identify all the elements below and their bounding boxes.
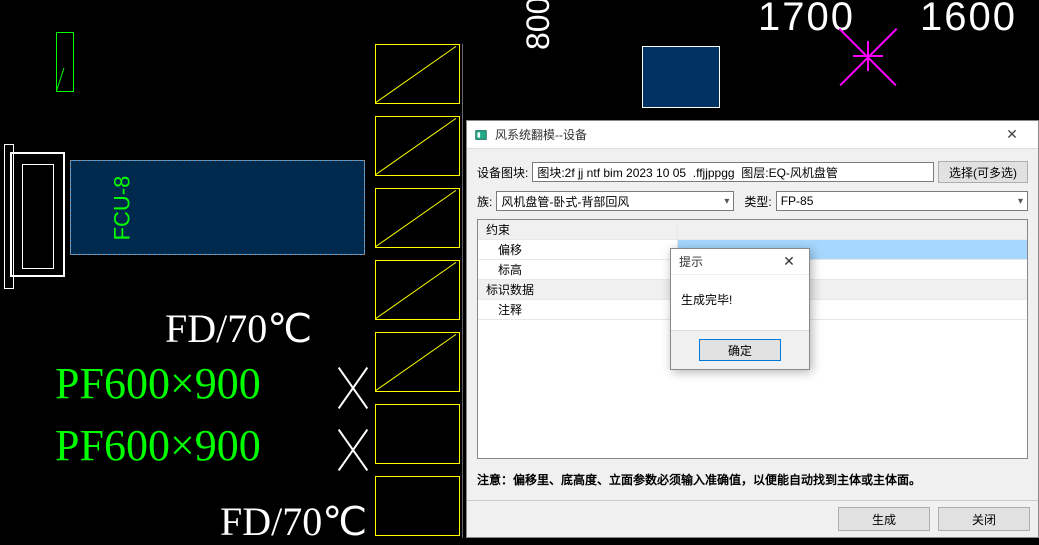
cad-duct-section: [375, 404, 460, 464]
cad-duct-section: [375, 332, 460, 392]
msgbox-titlebar[interactable]: 提示 ✕: [671, 249, 809, 275]
cad-dimension-vert: 800: [520, 0, 557, 50]
close-icon[interactable]: ✕: [992, 123, 1032, 147]
cad-selection-block: [642, 46, 720, 108]
notice-prefix: 注意：: [477, 473, 513, 487]
msgbox-message: 生成完毕!: [671, 275, 809, 330]
cad-duct-section: [375, 116, 460, 176]
grid-section-constraint: 约束: [478, 220, 1027, 240]
cad-duct-section: [375, 260, 460, 320]
cad-fcu-outline: [10, 152, 65, 277]
grid-label: 标高: [478, 260, 678, 279]
cad-fcu-label: FCU-8: [109, 176, 135, 241]
type-combo[interactable]: FP-85: [776, 191, 1028, 211]
cad-dimension-2: 1600: [920, 0, 1017, 40]
block-input[interactable]: [532, 162, 934, 182]
generate-button[interactable]: 生成: [838, 507, 930, 531]
cad-green-block: [56, 32, 74, 92]
close-icon[interactable]: ✕: [777, 253, 801, 270]
cad-text-pf: PF600×900: [55, 358, 261, 409]
cad-duct-section: [375, 44, 460, 104]
notice-body: 偏移里、底高度、立面参数必须输入准确值，以便能自动找到主体或主体面。: [513, 473, 921, 487]
grid-section-label: 约束: [478, 220, 678, 239]
cad-x-marker: [338, 430, 368, 470]
grid-label: 注释: [478, 300, 678, 319]
close-button[interactable]: 关闭: [938, 507, 1030, 531]
grid-label: 偏移: [478, 240, 678, 259]
app-icon: [473, 127, 489, 143]
block-label: 设备图块:: [477, 164, 528, 181]
cad-duct-section: [375, 476, 460, 536]
cad-text-fd: FD/70℃: [165, 305, 312, 352]
cad-guide-line: [462, 44, 463, 538]
cad-duct-section: [375, 188, 460, 248]
grid-section-label: 标识数据: [478, 280, 678, 299]
family-combo-value: 风机盘管-卧式-背部回风: [501, 193, 629, 210]
type-label: 类型:: [744, 193, 771, 210]
type-combo-value: FP-85: [781, 194, 814, 208]
block-row: 设备图块: 选择(可多选): [477, 161, 1028, 183]
family-combo[interactable]: 风机盘管-卧式-背部回风: [496, 191, 734, 211]
select-button[interactable]: 选择(可多选): [938, 161, 1028, 183]
message-box: 提示 ✕ 生成完毕! 确定: [670, 248, 810, 370]
dialog-titlebar[interactable]: 风系统翻模--设备 ✕: [467, 121, 1038, 149]
cad-x-marker: [338, 368, 368, 408]
dialog-footer: 生成 关闭: [467, 500, 1038, 537]
cad-text-pf: PF600×900: [55, 420, 261, 471]
dialog-title: 风系统翻模--设备: [495, 126, 992, 143]
notice-text: 注意：偏移里、底高度、立面参数必须输入准确值，以便能自动找到主体或主体面。: [477, 467, 1028, 496]
cad-cross-diag: [840, 28, 896, 84]
msgbox-title-text: 提示: [679, 253, 703, 270]
family-type-row: 族: 风机盘管-卧式-背部回风 类型: FP-85: [477, 191, 1028, 211]
msgbox-footer: 确定: [671, 330, 809, 369]
family-label: 族:: [477, 193, 492, 210]
ok-button[interactable]: 确定: [699, 339, 781, 361]
